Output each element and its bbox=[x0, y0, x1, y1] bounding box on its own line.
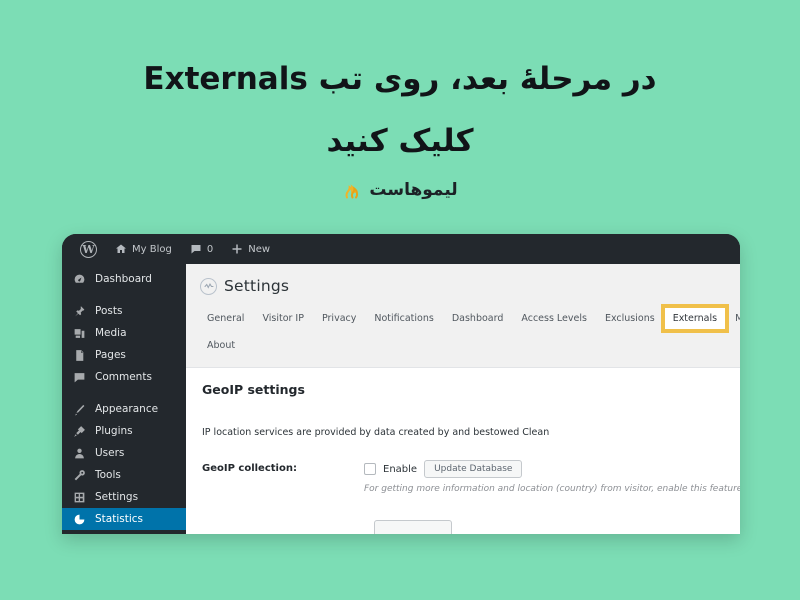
tab-exclusions[interactable]: Exclusions bbox=[596, 307, 664, 330]
home-icon bbox=[115, 243, 127, 255]
tools-icon bbox=[72, 468, 86, 482]
sidebar-item-settings[interactable]: Settings bbox=[62, 486, 186, 508]
flame-icon bbox=[342, 180, 362, 200]
wp-admin-bar: W My Blog 0 New bbox=[62, 234, 740, 264]
sidebar-label: Plugins bbox=[95, 425, 133, 437]
page-title: Settings bbox=[224, 277, 290, 295]
adminbar-wp-logo[interactable]: W bbox=[71, 234, 106, 264]
sidebar-label: Posts bbox=[95, 305, 123, 317]
geoip-enable-line: Enable Update Database bbox=[364, 460, 740, 478]
headline-line-1: در مرحلهٔ بعد، روی تب Externals bbox=[143, 61, 657, 97]
wordpress-logo-icon: W bbox=[80, 240, 97, 258]
sidebar-item-dashboard[interactable]: Dashboard bbox=[62, 268, 186, 290]
media-icon bbox=[72, 326, 86, 340]
adminbar-comments[interactable]: 0 bbox=[181, 234, 222, 264]
geoip-settings-panel: GeoIP settings IP location services are … bbox=[186, 367, 740, 534]
sidebar-item-pages[interactable]: Pages bbox=[62, 344, 186, 366]
geoip-enable-checkbox[interactable] bbox=[364, 463, 376, 475]
sidebar-item-posts[interactable]: Posts bbox=[62, 300, 186, 322]
sidebar-label: Tools bbox=[95, 469, 121, 481]
pin-icon bbox=[72, 304, 86, 318]
tab-visitor-ip[interactable]: Visitor IP bbox=[253, 307, 313, 330]
adminbar-site-label: My Blog bbox=[132, 243, 172, 255]
geoip-hint: For getting more information and locatio… bbox=[364, 484, 740, 494]
sidebar-item-comments[interactable]: Comments bbox=[62, 366, 186, 388]
section-title-text: GeoIP settings bbox=[202, 382, 305, 397]
next-setting-button-partial[interactable] bbox=[374, 520, 452, 534]
page-header: Settings bbox=[186, 264, 740, 303]
tab-maintenance[interactable]: Maintenance bbox=[726, 307, 740, 330]
sidebar-label: Media bbox=[95, 327, 127, 339]
sidebar-label: Dashboard bbox=[95, 273, 152, 285]
sidebar-item-users[interactable]: Users bbox=[62, 442, 186, 464]
geoip-collection-controls: Enable Update Database For getting more … bbox=[364, 460, 740, 494]
plus-icon bbox=[231, 243, 243, 255]
tab-privacy[interactable]: Privacy bbox=[313, 307, 365, 330]
headline-block: در مرحلهٔ بعد، روی تب Externals کلیک کنی… bbox=[0, 48, 800, 172]
tab-dashboard[interactable]: Dashboard bbox=[443, 307, 513, 330]
sidebar-item-tools[interactable]: Tools bbox=[62, 464, 186, 486]
sidebar-label: Pages bbox=[95, 349, 126, 361]
geoip-description: IP location services are provided by dat… bbox=[202, 427, 550, 438]
adminbar-new[interactable]: New bbox=[222, 234, 279, 264]
geoip-enable-label: Enable bbox=[383, 463, 418, 475]
section-title: GeoIP settings bbox=[202, 382, 724, 397]
pages-icon bbox=[72, 348, 86, 362]
settings-tabs: General Visitor IP Privacy Notifications… bbox=[186, 303, 740, 359]
tabs-row-2: About bbox=[198, 330, 740, 359]
poster-canvas: در مرحلهٔ بعد، روی تب Externals کلیک کنی… bbox=[0, 0, 800, 600]
tabs-row-1: General Visitor IP Privacy Notifications… bbox=[198, 304, 740, 333]
geoip-collection-row: GeoIP collection: Enable Update Database… bbox=[202, 460, 740, 494]
sidebar-item-plugins[interactable]: Plugins bbox=[62, 420, 186, 442]
dashboard-icon bbox=[72, 272, 86, 286]
comment-icon bbox=[190, 243, 202, 255]
pulse-circle-icon bbox=[200, 277, 217, 295]
sidebar-label: Statistics bbox=[95, 513, 143, 525]
sidebar-label: Appearance bbox=[95, 403, 159, 415]
tab-notifications[interactable]: Notifications bbox=[365, 307, 442, 330]
sidebar-divider bbox=[62, 290, 186, 300]
brand-name: لیموهاست bbox=[369, 180, 458, 200]
tab-externals[interactable]: Externals bbox=[660, 304, 730, 333]
adminbar-site-name[interactable]: My Blog bbox=[106, 234, 181, 264]
admin-sidebar: Dashboard Posts Media Pages Comments App… bbox=[62, 264, 186, 534]
tab-general[interactable]: General bbox=[198, 307, 253, 330]
settings-icon bbox=[72, 490, 86, 504]
tab-access-levels[interactable]: Access Levels bbox=[512, 307, 596, 330]
sidebar-item-appearance[interactable]: Appearance bbox=[62, 398, 186, 420]
statistics-icon bbox=[72, 512, 86, 526]
plugins-icon bbox=[72, 424, 86, 438]
adminbar-new-label: New bbox=[248, 243, 271, 255]
appearance-icon bbox=[72, 402, 86, 416]
sidebar-item-statistics[interactable]: Statistics bbox=[62, 508, 186, 530]
comment-icon bbox=[72, 370, 86, 384]
brand-lockup: لیموهاست bbox=[0, 180, 800, 200]
tab-about[interactable]: About bbox=[198, 334, 244, 357]
sidebar-label: Users bbox=[95, 447, 125, 459]
admin-body: Dashboard Posts Media Pages Comments App… bbox=[62, 264, 740, 534]
sidebar-item-media[interactable]: Media bbox=[62, 322, 186, 344]
headline-line-2: کلیک کنید bbox=[326, 123, 474, 159]
admin-content: Settings General Visitor IP Privacy Noti… bbox=[186, 264, 740, 534]
update-database-button[interactable]: Update Database bbox=[424, 460, 523, 478]
users-icon bbox=[72, 446, 86, 460]
sidebar-divider bbox=[62, 388, 186, 398]
sidebar-label: Settings bbox=[95, 491, 139, 503]
sidebar-label: Comments bbox=[95, 371, 152, 383]
geoip-collection-label: GeoIP collection: bbox=[202, 463, 297, 474]
wordpress-admin-window: W My Blog 0 New Dashboard Posts Media Pa… bbox=[62, 234, 740, 534]
adminbar-comment-count: 0 bbox=[206, 243, 214, 255]
